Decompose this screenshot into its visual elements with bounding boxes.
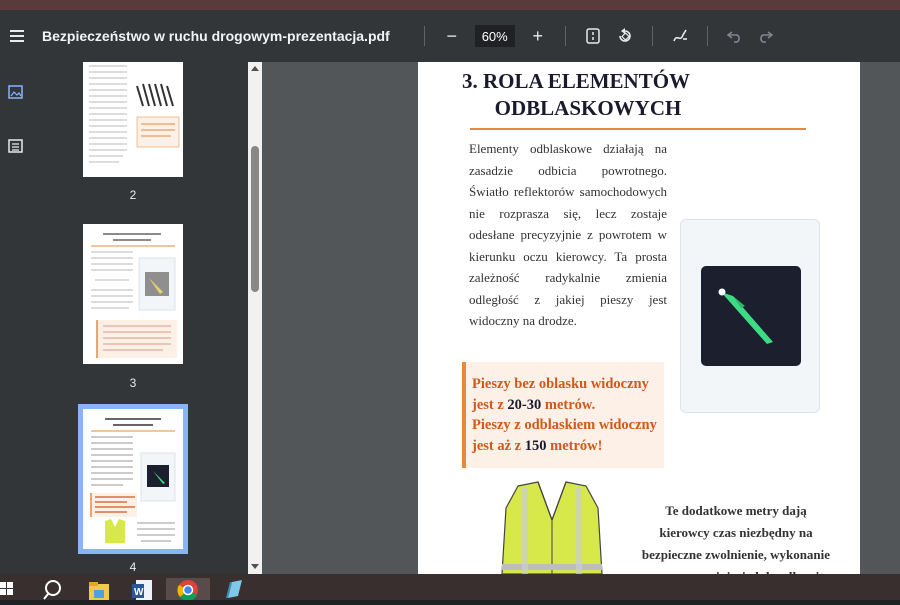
page-thumbnail[interactable] (83, 62, 183, 177)
svg-text:W: W (134, 587, 144, 598)
reflector-icon (701, 266, 801, 366)
callout-text: jest z (472, 396, 508, 413)
page-thumbnail-selected[interactable] (83, 409, 183, 549)
callout-line: jest z 20-30 metrów. (472, 395, 664, 416)
app-icon[interactable] (222, 578, 244, 600)
search-icon[interactable] (42, 578, 64, 600)
thumbnails-view-icon[interactable] (8, 84, 24, 100)
body-line: nie rozprasza się, lecz zostaje (469, 205, 667, 221)
conclusion-line: Te dodatkowe metry dają (665, 503, 807, 518)
annotate-pen-icon[interactable] (667, 23, 693, 49)
page-thumbnail[interactable] (83, 224, 183, 364)
slide-title-line: 3. ROLA ELEMENTÓW (461, 69, 691, 93)
body-line: odległość z jakiej pieszy jest (469, 291, 667, 307)
scroll-thumb[interactable] (251, 146, 259, 292)
callout-line: Pieszy bez oblasku widoczny (472, 376, 649, 392)
callout-text: metrów. (541, 396, 596, 413)
zoom-level-input[interactable]: 60% (474, 25, 515, 47)
divider (564, 26, 566, 46)
windows-taskbar: W (0, 574, 900, 601)
divider (651, 26, 653, 46)
body-line: zależność radykalnie zmienia (469, 270, 667, 285)
callout-text: metrów! (546, 437, 603, 454)
window-top-strip (0, 0, 900, 10)
body-line: odesłane precyzyjnie z powrotem w (469, 227, 667, 242)
fit-page-icon[interactable] (580, 23, 606, 49)
conclusion-text: Te dodatkowe metry dają kierowcy czas ni… (638, 500, 834, 574)
conclusion-line: manewru ominięcia lub całkowite (638, 566, 834, 574)
pdf-page: 3. ROLA ELEMENTÓW ODBLASKOWYCH Elementy … (418, 62, 860, 574)
conclusion-line: kierowcy czas niezbędny na (659, 525, 813, 540)
body-paragraph: Elementy odblaskowe działają na zasadzie… (469, 138, 667, 332)
reflective-vest-image (494, 480, 610, 574)
outline-view-icon[interactable] (8, 138, 24, 154)
body-line: Światło reflektorów samochodowych (469, 184, 667, 199)
rotate-icon[interactable] (612, 23, 638, 49)
undo-icon[interactable] (722, 23, 748, 49)
start-windows-icon[interactable] (0, 578, 22, 600)
redo-icon[interactable] (752, 23, 778, 49)
visibility-callout: Pieszy bez oblasku widoczny jest z 20-30… (462, 362, 664, 468)
body-line: widoczny na drodze. (469, 313, 577, 328)
thumbnail-scrollbar[interactable] (248, 62, 262, 574)
scroll-up-arrow[interactable] (251, 66, 259, 71)
chrome-taskbar-button[interactable] (166, 578, 210, 601)
thumbnail-page-number: 3 (129, 376, 137, 390)
divider (706, 26, 708, 46)
slide-title-line: ODBLASKOWYCH (494, 96, 682, 120)
slide-title: 3. ROLA ELEMENTÓW ODBLASKOWYCH (418, 68, 718, 122)
callout-line: Pieszy z odblaskiem widoczny (472, 417, 657, 433)
thumbnail-page-number: 2 (129, 188, 137, 202)
body-line: Elementy odblaskowe działają na (469, 141, 667, 156)
divider (423, 26, 425, 46)
pdf-toolbar: Bezpieczeństwo w ruchu drogowym-prezenta… (0, 10, 900, 62)
thumbnail-pane[interactable]: 2 3 4 (30, 62, 262, 574)
zoom-out-button[interactable]: − (439, 23, 465, 49)
thumbnail-page-number: 4 (129, 560, 137, 574)
scroll-down-arrow[interactable] (251, 564, 259, 569)
document-title: Bezpieczeństwo w ruchu drogowym-prezenta… (42, 28, 390, 44)
zoom-in-button[interactable]: + (525, 23, 551, 49)
callout-text: jest aż z (472, 437, 525, 454)
file-explorer-icon[interactable] (88, 578, 110, 600)
title-underline (470, 128, 806, 130)
document-viewer[interactable]: 3. ROLA ELEMENTÓW ODBLASKOWYCH Elementy … (262, 62, 900, 574)
callout-number: 20-30 (507, 396, 542, 413)
sidebar-rail (0, 62, 30, 574)
callout-line: jest aż z 150 metrów! (472, 436, 664, 457)
word-icon[interactable]: W (132, 578, 154, 600)
callout-number: 150 (524, 437, 547, 454)
body-line: zasadzie odbicia powrotnego. (469, 162, 667, 178)
illustration-card (680, 219, 820, 413)
body-line: kierunku oczu kierowcy. Ta prosta (469, 248, 667, 264)
conclusion-line: bezpieczne zwolnienie, wykonanie (641, 547, 831, 562)
menu-icon[interactable] (4, 22, 32, 50)
